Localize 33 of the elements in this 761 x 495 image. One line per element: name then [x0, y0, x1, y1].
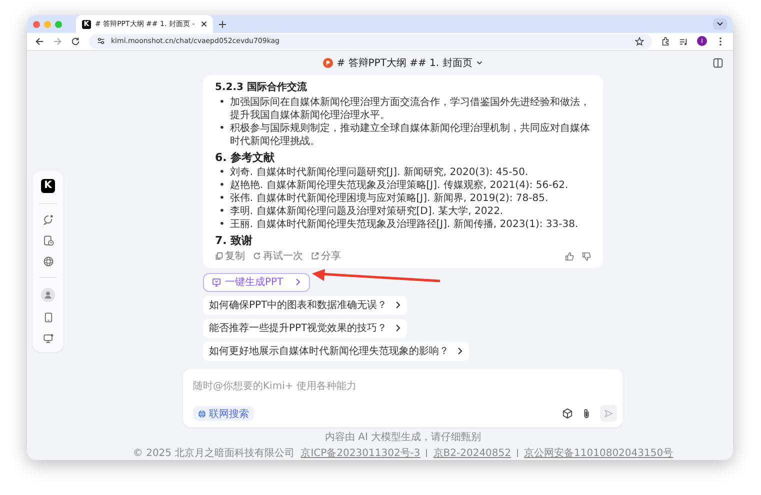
generate-ppt-button[interactable]: 一键生成PPT — [203, 272, 310, 292]
list-item: 刘奇. 自媒体时代新闻伦理问题研究[J]. 新闻研究, 2020(3): 45-50. — [230, 166, 530, 178]
suggested-question[interactable]: 如何确保PPT中的图表和数据准确无误？ — [203, 296, 408, 314]
license-link[interactable]: 京B2-20240852 — [433, 446, 512, 460]
bullet: • — [219, 122, 225, 136]
retry-button[interactable]: 再试一次 — [253, 250, 303, 262]
copyright-text: © 2025 北京月之暗面科技有限公司 — [132, 446, 295, 460]
bullet: • — [219, 178, 225, 192]
list-item: 李明. 自媒体新闻伦理问题及治理对策研究[D]. 某大学, 2022. — [230, 204, 504, 218]
suggested-question[interactable]: 如何更好地展示自媒体时代新闻伦理失范现象的影响？ — [203, 342, 469, 360]
license-link[interactable]: 京公网安备11010802043150号 — [524, 446, 674, 460]
chat-title[interactable]: # 答辩PPT大纲 ## 1. 封面页 — [336, 56, 472, 70]
web-search-toggle[interactable]: 联网搜索 — [193, 406, 254, 421]
ai-disclaimer: 内容由 AI 大模型生成，请仔细甄别 — [324, 430, 482, 444]
suggested-question[interactable]: 能否推荐一些提升PPT视觉效果的技巧？ — [203, 318, 408, 338]
list-item: 赵艳艳. 自媒体新闻伦理失范现象及治理策略[J]. 传媒观察, 2021(4): 56-62. — [230, 178, 570, 192]
section-heading: 6. 参考文献 — [215, 150, 276, 164]
bullet: • — [219, 218, 225, 230]
bullet: • — [219, 96, 225, 110]
kimi-logo[interactable]: K — [41, 178, 55, 193]
bullet: • — [219, 204, 225, 218]
license-link[interactable]: 京ICP备2023011302号-3 — [300, 446, 420, 460]
bullet: • — [219, 166, 225, 178]
list-item: 加强国际间在自媒体新闻伦理治理方面交流合作，学习借鉴国外先进经验和做法，提升我国自媒体新闻伦理治理水平。 — [230, 96, 591, 122]
list-item: 张伟. 自媒体时代新闻伦理困境与应对策略[J]. 新闻界, 2019(2): 78-85. — [230, 192, 550, 204]
share-button[interactable]: 分享 — [311, 250, 341, 262]
list-item: 积极参与国际规则制定，推动建立全球自媒体新闻伦理治理机制，共同应对自媒体时代新闻伦理挑战。 — [230, 122, 591, 148]
section-heading: 7. 致谢 — [215, 234, 254, 246]
list-item: 王丽. 自媒体时代新闻伦理失范现象及治理路径[J]. 新闻传播, 2023(1): 33-38. — [230, 218, 580, 230]
chat-input[interactable]: 随时@你想要的Kimi+ 使用各种能力 联网搜索 — [183, 368, 623, 427]
copy-button[interactable]: 复制 — [215, 250, 245, 262]
section-subheading: 5.2.3 国际合作交流 — [215, 80, 308, 94]
bullet: • — [219, 192, 225, 204]
